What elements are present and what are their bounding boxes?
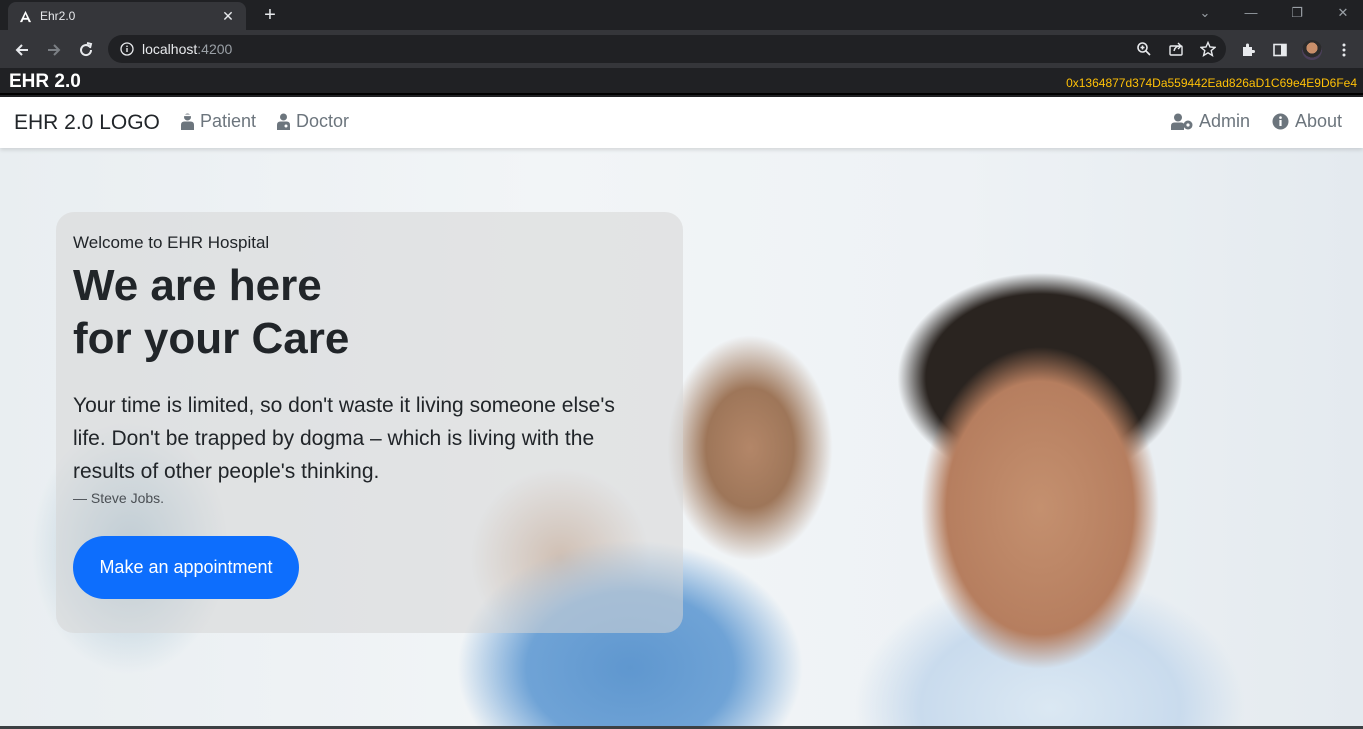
nav-link-label: Doctor (296, 111, 350, 131)
nav-link-label: Patient (200, 111, 257, 131)
nav-link-patient[interactable]: Patient (180, 111, 256, 132)
close-window-button[interactable]: ✕ (1320, 0, 1363, 28)
zoom-icon[interactable] (1130, 35, 1158, 63)
minimize-button[interactable]: — (1228, 0, 1274, 28)
bookmark-star-icon[interactable] (1194, 35, 1222, 63)
url-port: :4200 (197, 41, 233, 57)
site-info-icon[interactable] (120, 42, 134, 56)
hero-kicker: Welcome to EHR Hospital (73, 233, 270, 252)
url-host: localhost (142, 41, 198, 57)
tab-title: Ehr2.0 (40, 9, 76, 23)
share-icon[interactable] (1162, 35, 1190, 63)
quote-citation: — Steve Jobs. (73, 490, 165, 506)
app-header: EHR 2.0 0x1364877d374Da559442Ead826aD1C6… (0, 68, 1363, 95)
hero-card: Welcome to EHR Hospital We are here for … (56, 212, 683, 633)
angular-icon (18, 9, 32, 23)
side-panel-icon[interactable] (1266, 36, 1294, 64)
tab-search-icon[interactable]: ⌄ (1182, 0, 1228, 28)
profile-avatar[interactable] (1298, 36, 1326, 64)
browser-tabstrip: Ehr2.0 ✕ + ⌄ — ❐ ✕ (0, 0, 1363, 30)
extensions-icon[interactable] (1234, 36, 1262, 64)
back-button[interactable] (8, 36, 36, 64)
make-appointment-button[interactable]: Make an appointment (73, 536, 299, 599)
new-tab-button[interactable]: + (258, 4, 282, 26)
hero-quote: Your time is limited, so don't waste it … (73, 394, 615, 483)
nav-link-doctor[interactable]: Doctor (276, 111, 349, 132)
address-bar[interactable]: localhost :4200 (108, 35, 1226, 63)
browser-toolbar: localhost :4200 (0, 30, 1363, 68)
main-navbar: EHR 2.0 LOGO Patient Doctor Admin About (0, 97, 1363, 148)
hero-headline-line2: for your Care (73, 314, 350, 363)
forward-button[interactable] (40, 36, 68, 64)
nav-link-label: About (1295, 111, 1343, 131)
hero-section: Welcome to EHR Hospital We are here for … (0, 148, 1363, 726)
browser-tab[interactable]: Ehr2.0 ✕ (8, 2, 246, 30)
nav-link-admin[interactable]: Admin (1171, 111, 1250, 132)
hero-headline-line1: We are here (73, 261, 322, 310)
account-address: 0x1364877d374Da559442Ead826aD1C69e4E9D6F… (1066, 76, 1357, 90)
user-doctor-icon (276, 113, 292, 131)
hero-headline: We are here for your Care (73, 259, 666, 365)
restore-button[interactable]: ❐ (1274, 0, 1320, 28)
app-brand: EHR 2.0 (9, 71, 81, 92)
navbar-logo[interactable]: EHR 2.0 LOGO (14, 111, 160, 135)
reload-button[interactable] (72, 36, 100, 64)
user-gear-icon (1171, 113, 1195, 131)
nav-link-about[interactable]: About (1272, 111, 1342, 132)
close-tab-icon[interactable]: ✕ (220, 8, 236, 25)
browser-menu-icon[interactable] (1330, 36, 1358, 64)
user-injured-icon (180, 113, 196, 131)
nav-link-label: Admin (1199, 111, 1251, 131)
info-circle-icon (1272, 113, 1291, 131)
